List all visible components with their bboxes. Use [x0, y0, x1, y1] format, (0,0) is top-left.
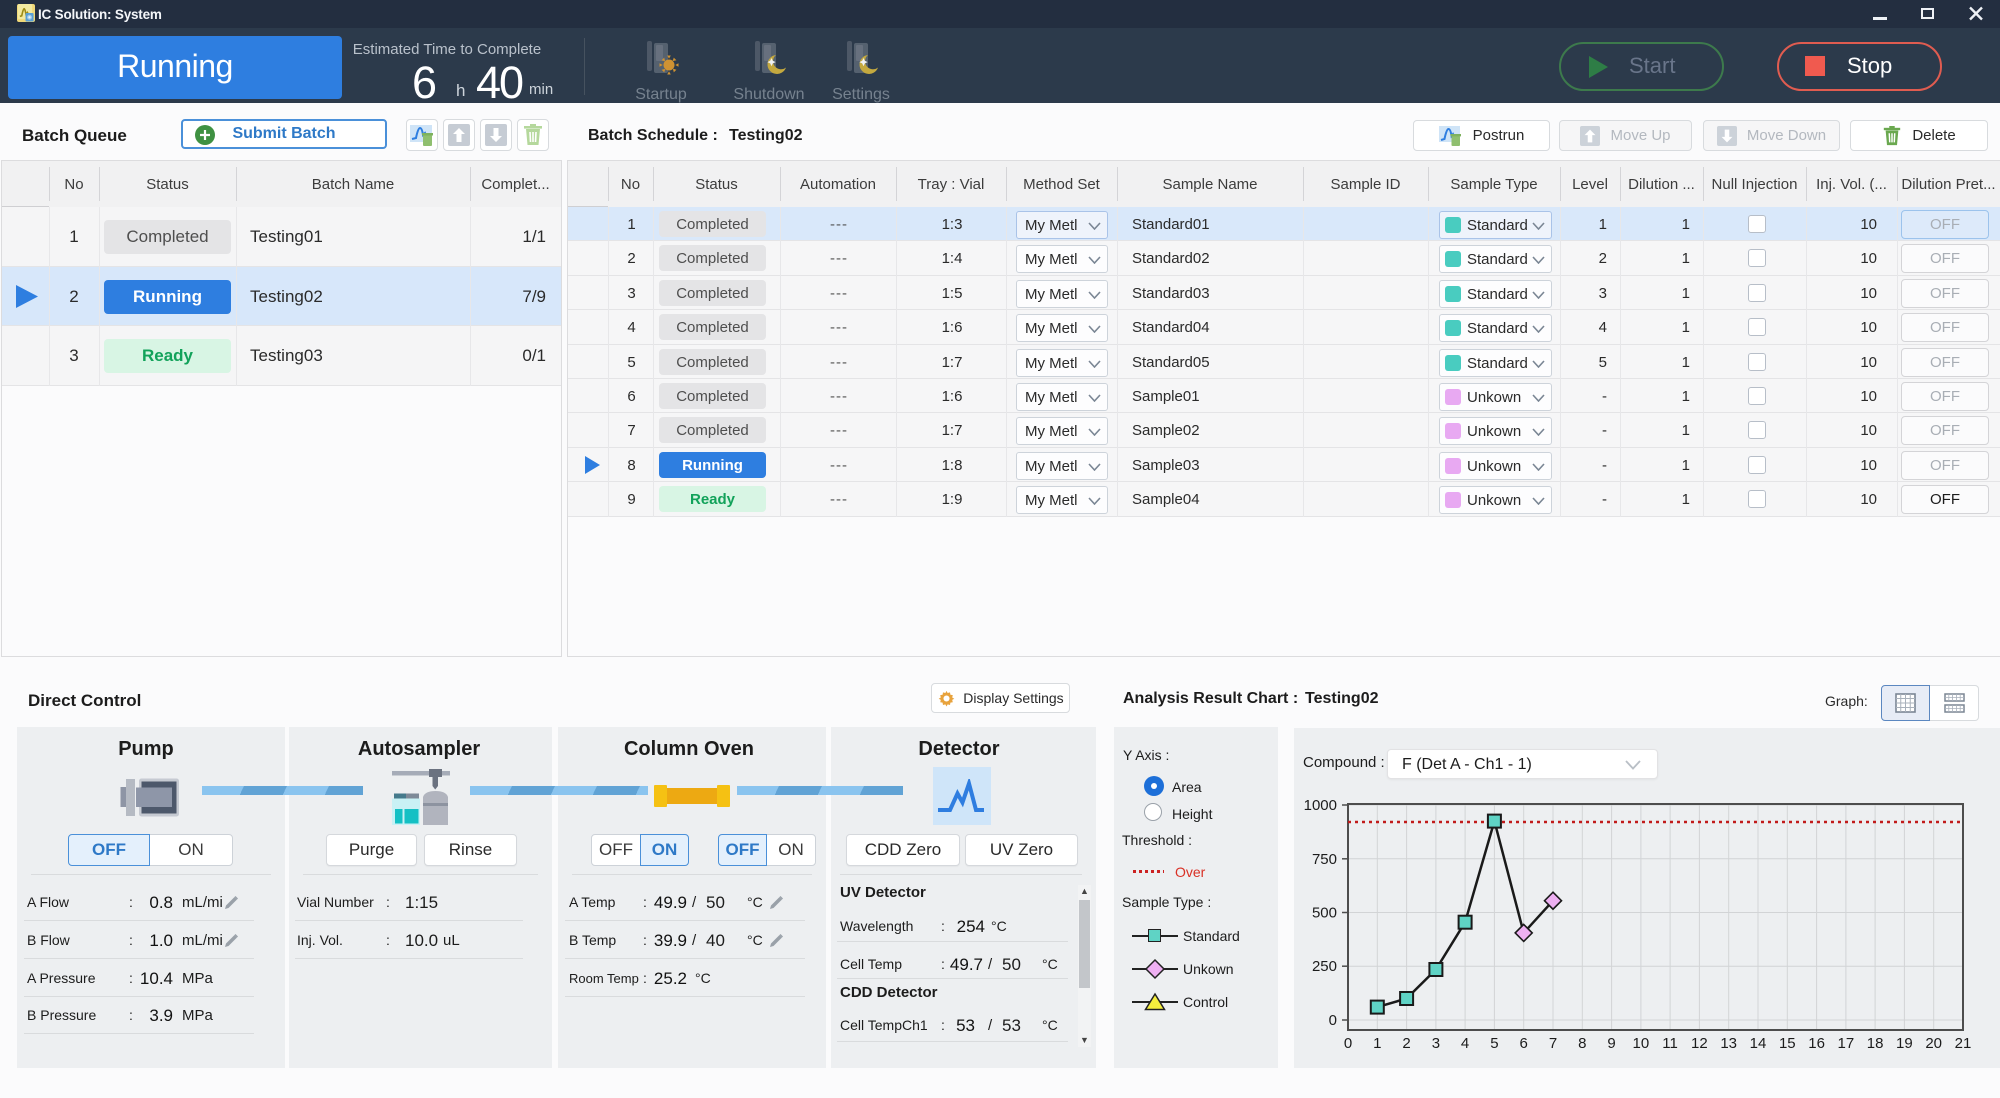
svg-text:2: 2	[1402, 1035, 1410, 1052]
svg-text:3: 3	[1432, 1035, 1440, 1052]
svg-text:10: 10	[1633, 1035, 1650, 1052]
svg-text:11: 11	[1662, 1035, 1678, 1052]
svg-text:21: 21	[1955, 1035, 1972, 1052]
svg-text:1000: 1000	[1304, 797, 1337, 814]
svg-text:500: 500	[1312, 905, 1337, 922]
svg-text:7: 7	[1549, 1035, 1557, 1052]
svg-text:250: 250	[1312, 958, 1337, 975]
svg-text:14: 14	[1750, 1035, 1767, 1052]
svg-text:0: 0	[1329, 1012, 1337, 1029]
svg-text:5: 5	[1490, 1035, 1498, 1052]
svg-text:9: 9	[1607, 1035, 1615, 1052]
svg-text:750: 750	[1312, 851, 1337, 868]
svg-text:4: 4	[1461, 1035, 1469, 1052]
svg-text:12: 12	[1691, 1035, 1708, 1052]
svg-text:15: 15	[1779, 1035, 1796, 1052]
svg-text:16: 16	[1808, 1035, 1825, 1052]
svg-text:0: 0	[1344, 1035, 1352, 1052]
svg-text:8: 8	[1578, 1035, 1586, 1052]
svg-text:19: 19	[1896, 1035, 1913, 1052]
svg-text:1: 1	[1373, 1035, 1381, 1052]
svg-text:6: 6	[1520, 1035, 1528, 1052]
svg-text:20: 20	[1925, 1035, 1942, 1052]
svg-text:13: 13	[1720, 1035, 1737, 1052]
svg-text:17: 17	[1838, 1035, 1855, 1052]
svg-text:18: 18	[1867, 1035, 1884, 1052]
